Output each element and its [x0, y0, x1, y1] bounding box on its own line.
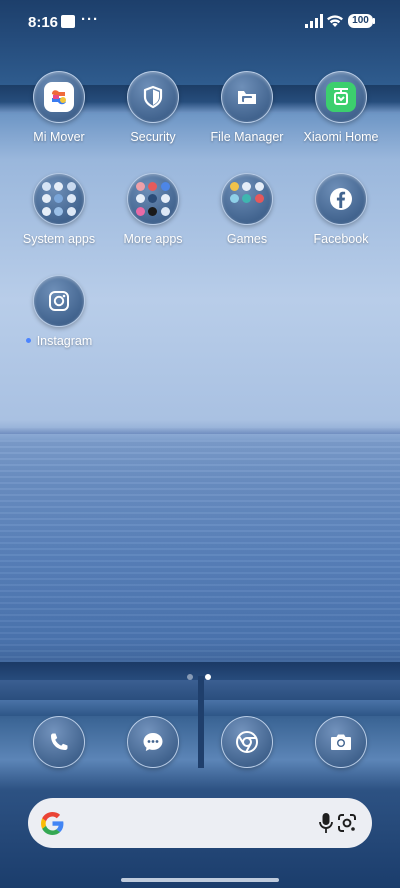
app-mi-mover[interactable]: Mi Mover	[11, 71, 107, 144]
microphone-icon[interactable]	[318, 812, 334, 834]
folder-games[interactable]: Games	[199, 173, 295, 246]
app-label: Xiaomi Home	[303, 130, 379, 144]
app-label: Security	[130, 130, 176, 144]
google-lens-icon[interactable]	[336, 812, 358, 834]
app-label: File Manager	[210, 130, 284, 144]
page-indicator[interactable]	[187, 674, 217, 682]
app-label: More apps	[123, 232, 183, 246]
status-bar: 8:16 ··· 100	[0, 0, 400, 44]
chrome-icon	[236, 731, 258, 753]
folder-grid-icon	[221, 173, 273, 225]
home-gesture-bar[interactable]	[121, 878, 279, 882]
shield-icon	[127, 71, 179, 123]
dock-chrome[interactable]	[221, 716, 273, 768]
folder-grid-icon	[127, 173, 179, 225]
cellular-signal-icon	[305, 14, 323, 28]
folder-more-apps[interactable]: More apps	[105, 173, 201, 246]
battery-tip	[373, 18, 375, 24]
app-label: Instagram	[11, 334, 107, 348]
page-dot-1[interactable]	[187, 674, 193, 680]
phone-icon	[51, 733, 68, 750]
app-label: Mi Mover	[33, 130, 85, 144]
app-label: Facebook	[313, 232, 369, 246]
facebook-icon	[315, 173, 367, 225]
wallpaper-sea	[0, 440, 400, 660]
folder-icon	[221, 71, 273, 123]
folder-system-apps[interactable]: System apps	[11, 173, 107, 246]
messages-icon	[143, 733, 163, 751]
app-facebook[interactable]: Facebook	[293, 173, 389, 246]
wallpaper-horizon	[0, 428, 400, 434]
wallpaper-railing-post	[198, 676, 204, 768]
instagram-icon	[33, 275, 85, 327]
app-file-manager[interactable]: File Manager	[199, 71, 295, 144]
google-search-bar[interactable]	[28, 798, 372, 848]
app-instagram[interactable]: Instagram	[11, 275, 107, 348]
dock-camera[interactable]	[315, 716, 367, 768]
unread-dot	[25, 338, 31, 344]
wifi-icon	[327, 15, 343, 27]
page-dot-2-active[interactable]	[205, 674, 211, 680]
app-security[interactable]: Security	[105, 71, 201, 144]
folder-grid-icon	[33, 173, 85, 225]
more-notifications-icon: ···	[81, 11, 99, 28]
notification-icon	[61, 15, 75, 28]
status-time: 8:16	[28, 14, 59, 31]
app-label-text: Instagram	[36, 334, 93, 348]
app-xiaomi-home[interactable]: Xiaomi Home	[293, 71, 389, 144]
app-label: Games	[226, 232, 268, 246]
dock-messages[interactable]	[127, 716, 179, 768]
camera-icon	[331, 734, 351, 750]
app-label: System apps	[22, 232, 96, 246]
mi-mover-icon	[33, 71, 85, 123]
battery-indicator: 100	[348, 14, 373, 28]
xiaomi-home-icon	[315, 71, 367, 123]
google-g-icon	[41, 812, 64, 835]
dock-phone[interactable]	[33, 716, 85, 768]
